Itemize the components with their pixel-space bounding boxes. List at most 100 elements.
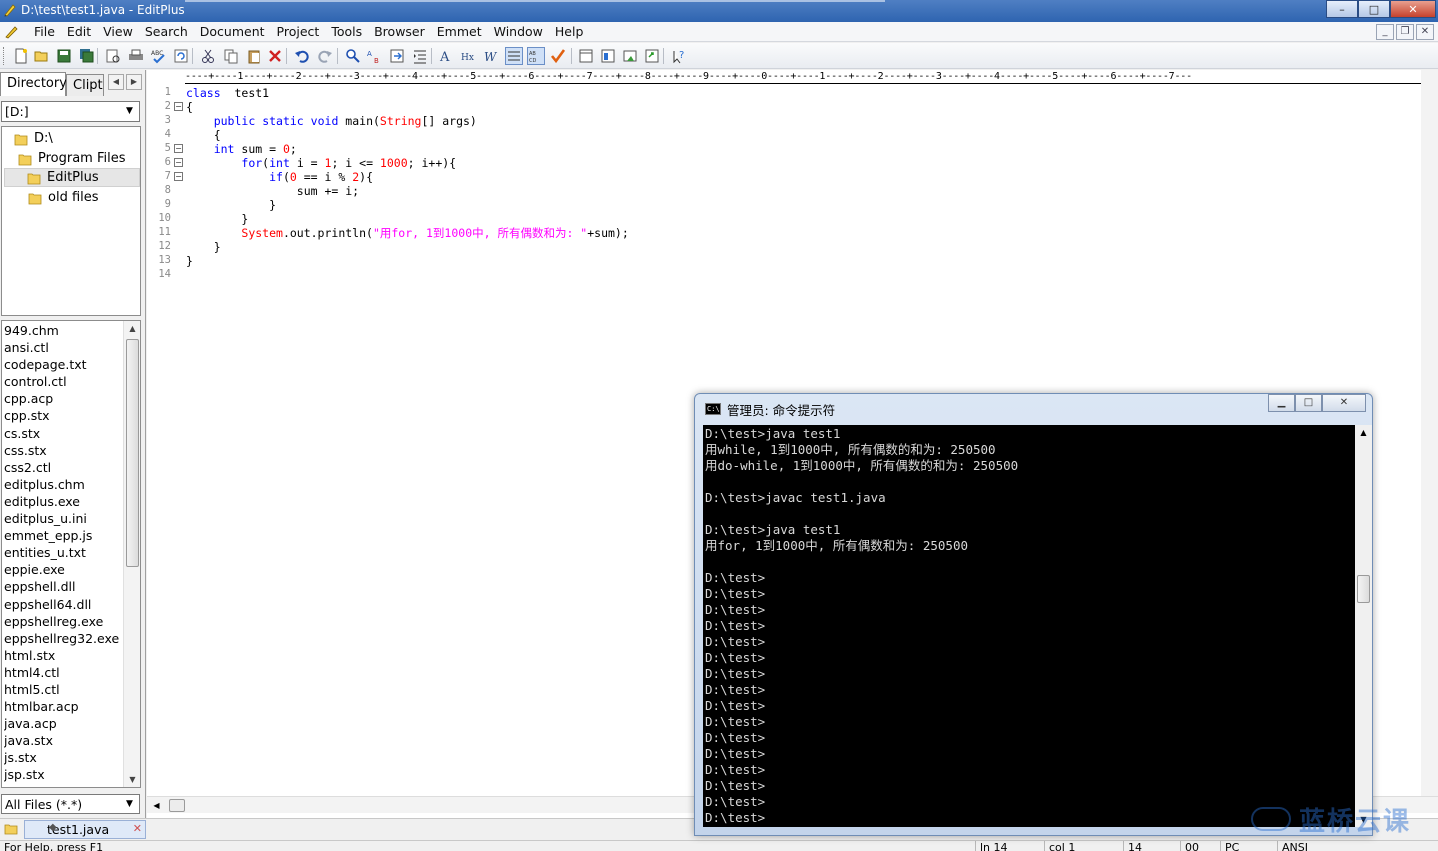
list-item[interactable]: eppshell.dll <box>4 578 122 595</box>
menu-file[interactable]: File <box>28 24 61 39</box>
undo-button[interactable] <box>293 47 311 65</box>
list-item[interactable]: css.stx <box>4 442 122 459</box>
list-item[interactable]: entities_u.txt <box>4 544 122 561</box>
print-button[interactable] <box>127 47 145 65</box>
list-item[interactable]: 949.chm <box>4 322 122 339</box>
list-item[interactable]: eppshell64.dll <box>4 596 122 613</box>
code-line[interactable]: { <box>186 100 193 114</box>
help-button[interactable]: ? <box>670 47 688 65</box>
code-line[interactable]: int sum = 0; <box>186 142 297 156</box>
font-button[interactable]: A <box>438 47 456 65</box>
copy-button[interactable] <box>222 47 240 65</box>
menu-project[interactable]: Project <box>271 24 326 39</box>
ruler-button[interactable]: AB CD <box>527 47 545 65</box>
reload-button[interactable] <box>172 47 190 65</box>
editor-vertical-scrollbar[interactable] <box>1421 70 1438 800</box>
console-title-bar[interactable]: C:\ 管理员: 命令提示符 <box>705 401 835 418</box>
spellcheck-button[interactable]: ABC <box>150 47 168 65</box>
paste-button[interactable] <box>245 47 263 65</box>
fold-toggle-icon[interactable]: − <box>174 172 183 181</box>
menu-browser[interactable]: Browser <box>368 24 431 39</box>
menu-edit[interactable]: Edit <box>61 24 97 39</box>
list-item[interactable]: js.stx <box>4 749 122 766</box>
console-close-button[interactable]: ✕ <box>1322 394 1366 412</box>
hex-button[interactable]: Hx <box>460 47 478 65</box>
close-button[interactable]: ✕ <box>1390 0 1436 18</box>
list-item[interactable]: codepage.txt <box>4 356 122 373</box>
code-line[interactable]: System.out.println("用for, 1到1000中, 所有偶数和… <box>186 226 628 240</box>
find-button[interactable] <box>344 47 362 65</box>
fold-toggle-icon[interactable]: − <box>174 158 183 167</box>
tab-scroll-left-button[interactable]: ◀ <box>108 74 124 90</box>
code-line[interactable]: for(int i = 1; i <= 1000; i++){ <box>186 156 456 170</box>
print-preview-button[interactable] <box>104 47 122 65</box>
replace-button[interactable]: AB <box>366 47 384 65</box>
file-filter-select[interactable]: All Files (*.*) ▼ <box>1 794 140 814</box>
tree-item[interactable]: D:\ <box>14 129 53 148</box>
list-item[interactable]: eppshellreg32.exe <box>4 630 122 647</box>
drive-select[interactable]: [D:] ▼ <box>1 101 140 122</box>
scroll-down-icon[interactable]: ▼ <box>125 772 140 787</box>
mdi-minimize-button[interactable]: _ <box>1376 24 1394 40</box>
list-item[interactable]: htmlbar.acp <box>4 698 122 715</box>
file-list-scrollbar[interactable]: ▲ ▼ <box>123 321 140 787</box>
scroll-left-icon[interactable]: ◀ <box>149 798 164 813</box>
maximize-button[interactable]: □ <box>1358 0 1390 18</box>
list-item[interactable]: eppie.exe <box>4 561 122 578</box>
goto-button[interactable] <box>388 47 406 65</box>
console-maximize-button[interactable]: □ <box>1295 394 1322 412</box>
tree-item[interactable]: old files <box>28 188 99 207</box>
code-line[interactable]: public static void main(String[] args) <box>186 114 477 128</box>
list-item[interactable]: cpp.acp <box>4 390 122 407</box>
list-item[interactable]: editplus.exe <box>4 493 122 510</box>
scroll-thumb[interactable] <box>169 799 185 812</box>
code-line[interactable]: } <box>186 212 248 226</box>
run-button[interactable] <box>643 47 661 65</box>
save-all-button[interactable] <box>78 47 96 65</box>
tree-item[interactable]: Program Files <box>18 149 126 168</box>
list-item[interactable]: java.stx <box>4 732 122 749</box>
title-bar[interactable]: D:\test\test1.java - EditPlus – □ ✕ <box>0 0 1438 22</box>
line-numbers-button[interactable] <box>505 47 523 65</box>
word-wrap-button[interactable]: W <box>482 47 500 65</box>
minimize-button[interactable]: – <box>1326 0 1358 18</box>
output-button[interactable] <box>599 47 617 65</box>
scroll-thumb[interactable] <box>1357 575 1370 603</box>
save-button[interactable] <box>55 47 73 65</box>
code-line[interactable]: class test1 <box>186 86 269 100</box>
console-output[interactable]: D:\test>java test1 用while, 1到1000中, 所有偶数的… <box>703 425 1355 827</box>
tab-directory[interactable]: Directory <box>0 72 67 96</box>
code-line[interactable]: } <box>186 198 276 212</box>
tab-scroll-right-button[interactable]: ▶ <box>126 74 142 90</box>
code-line[interactable]: } <box>186 240 221 254</box>
list-item[interactable]: html5.ctl <box>4 681 122 698</box>
list-item[interactable]: cs.stx <box>4 425 122 442</box>
delete-button[interactable] <box>266 47 284 65</box>
console-scrollbar[interactable]: ▲ ▼ <box>1355 425 1372 827</box>
code-line[interactable]: } <box>186 254 193 268</box>
list-item[interactable]: emmet_epp.js <box>4 527 122 544</box>
scroll-up-icon[interactable]: ▲ <box>125 321 140 336</box>
menu-tools[interactable]: Tools <box>325 24 368 39</box>
menu-help[interactable]: Help <box>549 24 590 39</box>
list-item[interactable]: editplus_u.ini <box>4 510 122 527</box>
doc-tab-test1[interactable]: ◆ test1.java ✕ <box>24 820 146 839</box>
list-item[interactable]: eppshellreg.exe <box>4 613 122 630</box>
mdi-restore-button[interactable]: ❐ <box>1396 24 1414 40</box>
indent-button[interactable] <box>411 47 429 65</box>
directory-button[interactable] <box>577 47 595 65</box>
list-item[interactable]: editplus.chm <box>4 476 122 493</box>
list-item[interactable]: java.acp <box>4 715 122 732</box>
code-line[interactable]: { <box>186 128 221 142</box>
new-file-button[interactable] <box>12 47 30 65</box>
menu-document[interactable]: Document <box>194 24 271 39</box>
list-item[interactable]: html.stx <box>4 647 122 664</box>
list-item[interactable]: control.ctl <box>4 373 122 390</box>
cut-button[interactable] <box>199 47 217 65</box>
list-item[interactable]: html4.ctl <box>4 664 122 681</box>
browser-preview-button[interactable] <box>621 47 639 65</box>
list-item[interactable]: cpp.stx <box>4 407 122 424</box>
check-button[interactable] <box>549 47 567 65</box>
scroll-up-icon[interactable]: ▲ <box>1356 425 1371 440</box>
redo-button[interactable] <box>316 47 334 65</box>
